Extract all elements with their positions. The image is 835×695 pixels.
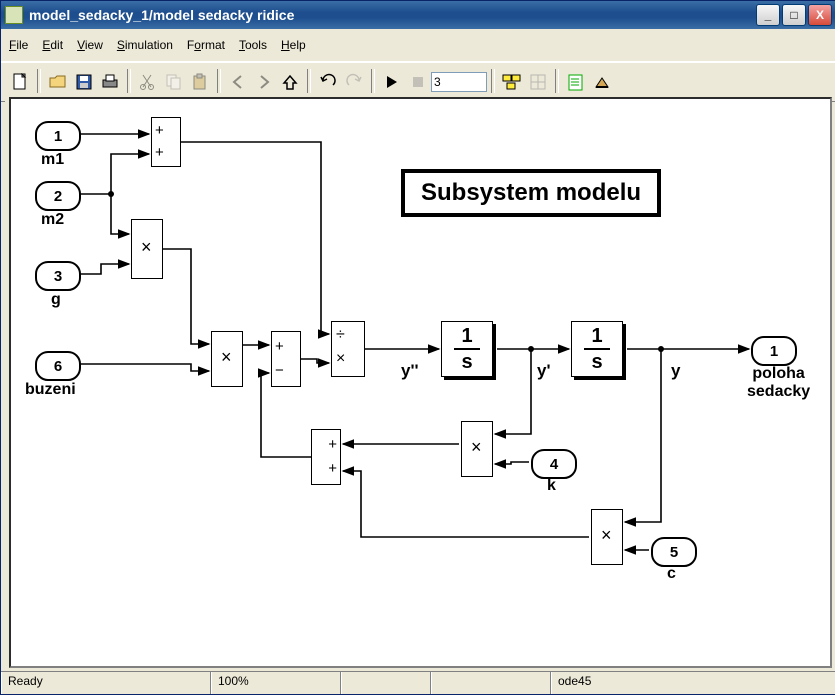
redo-icon[interactable] [342,70,366,94]
status-zoom: 100% [211,672,341,694]
build-icon[interactable] [590,70,614,94]
close-button[interactable]: X [808,4,832,26]
save-icon[interactable] [72,70,96,94]
status-ready: Ready [1,672,211,694]
print-icon[interactable] [98,70,122,94]
new-icon[interactable] [8,70,32,94]
library-icon[interactable] [500,70,524,94]
model-icon[interactable] [526,70,550,94]
open-icon[interactable] [46,70,70,94]
menubar: File Edit View Simulation Format Tools H… [1,29,835,62]
menu-simulation[interactable]: Simulation [117,38,173,52]
menu-edit[interactable]: Edit [42,38,63,52]
debug-icon[interactable] [564,70,588,94]
cut-icon[interactable] [136,70,160,94]
status-solver: ode45 [551,672,835,694]
stop-time-input[interactable] [431,72,487,92]
up-icon[interactable] [278,70,302,94]
menu-file[interactable]: File [9,38,28,52]
status-blank1 [341,672,431,694]
maximize-button[interactable]: □ [782,4,806,26]
wiring [11,99,831,659]
app-window: model_sedacky_1/model sedacky ridice _ □… [0,0,835,695]
play-icon[interactable] [380,70,404,94]
model-canvas[interactable]: Subsystem modelu 1 m1 2 m2 3 g 6 buzeni … [9,97,832,668]
undo-icon[interactable] [316,70,340,94]
menu-format[interactable]: Format [187,38,225,52]
menu-view[interactable]: View [77,38,103,52]
forward-icon[interactable] [252,70,276,94]
stop-icon[interactable] [406,70,430,94]
titlebar: model_sedacky_1/model sedacky ridice _ □… [1,1,835,29]
app-icon [5,6,23,24]
statusbar: Ready 100% ode45 [1,671,835,694]
back-icon[interactable] [226,70,250,94]
menu-tools[interactable]: Tools [239,38,267,52]
window-title: model_sedacky_1/model sedacky ridice [29,7,756,23]
paste-icon[interactable] [188,70,212,94]
minimize-button[interactable]: _ [756,4,780,26]
status-blank2 [431,672,551,694]
menu-help[interactable]: Help [281,38,306,52]
copy-icon[interactable] [162,70,186,94]
